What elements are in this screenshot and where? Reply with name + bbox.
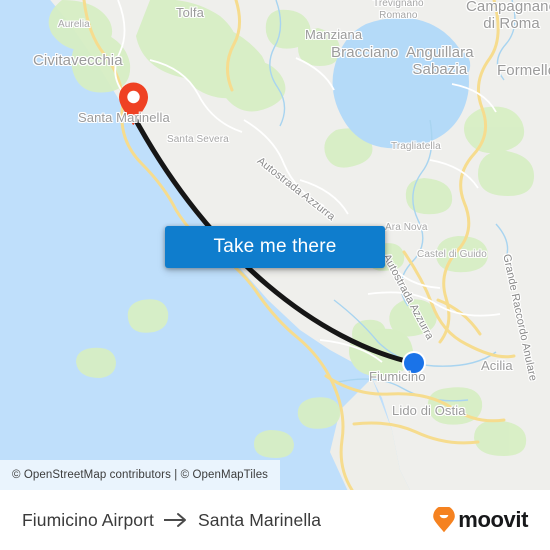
origin-label: Fiumicino Airport (22, 509, 155, 530)
moovit-logo[interactable]: moovit (432, 507, 528, 533)
route-summary: Fiumicino Airport Santa Marinella (22, 510, 321, 531)
arrow-right-icon (164, 513, 187, 527)
footer-bar: Fiumicino Airport Santa Marinella moovit (0, 490, 550, 550)
moovit-wordmark: moovit (458, 507, 528, 532)
moovit-pin-icon (433, 507, 456, 533)
map-attribution[interactable]: © OpenStreetMap contributors | © OpenMap… (0, 460, 281, 490)
origin-marker (402, 351, 426, 375)
lake-bracciano (332, 17, 469, 149)
destination-label: Santa Marinella (198, 509, 322, 530)
take-me-there-button[interactable]: Take me there (165, 226, 385, 268)
attribution-text: © OpenStreetMap contributors | © OpenMap… (12, 469, 269, 481)
lake-martignano (432, 50, 471, 81)
moovit-trip-map-card: Tolfa Aurelia Manziana Trevignano Romano… (0, 0, 550, 550)
